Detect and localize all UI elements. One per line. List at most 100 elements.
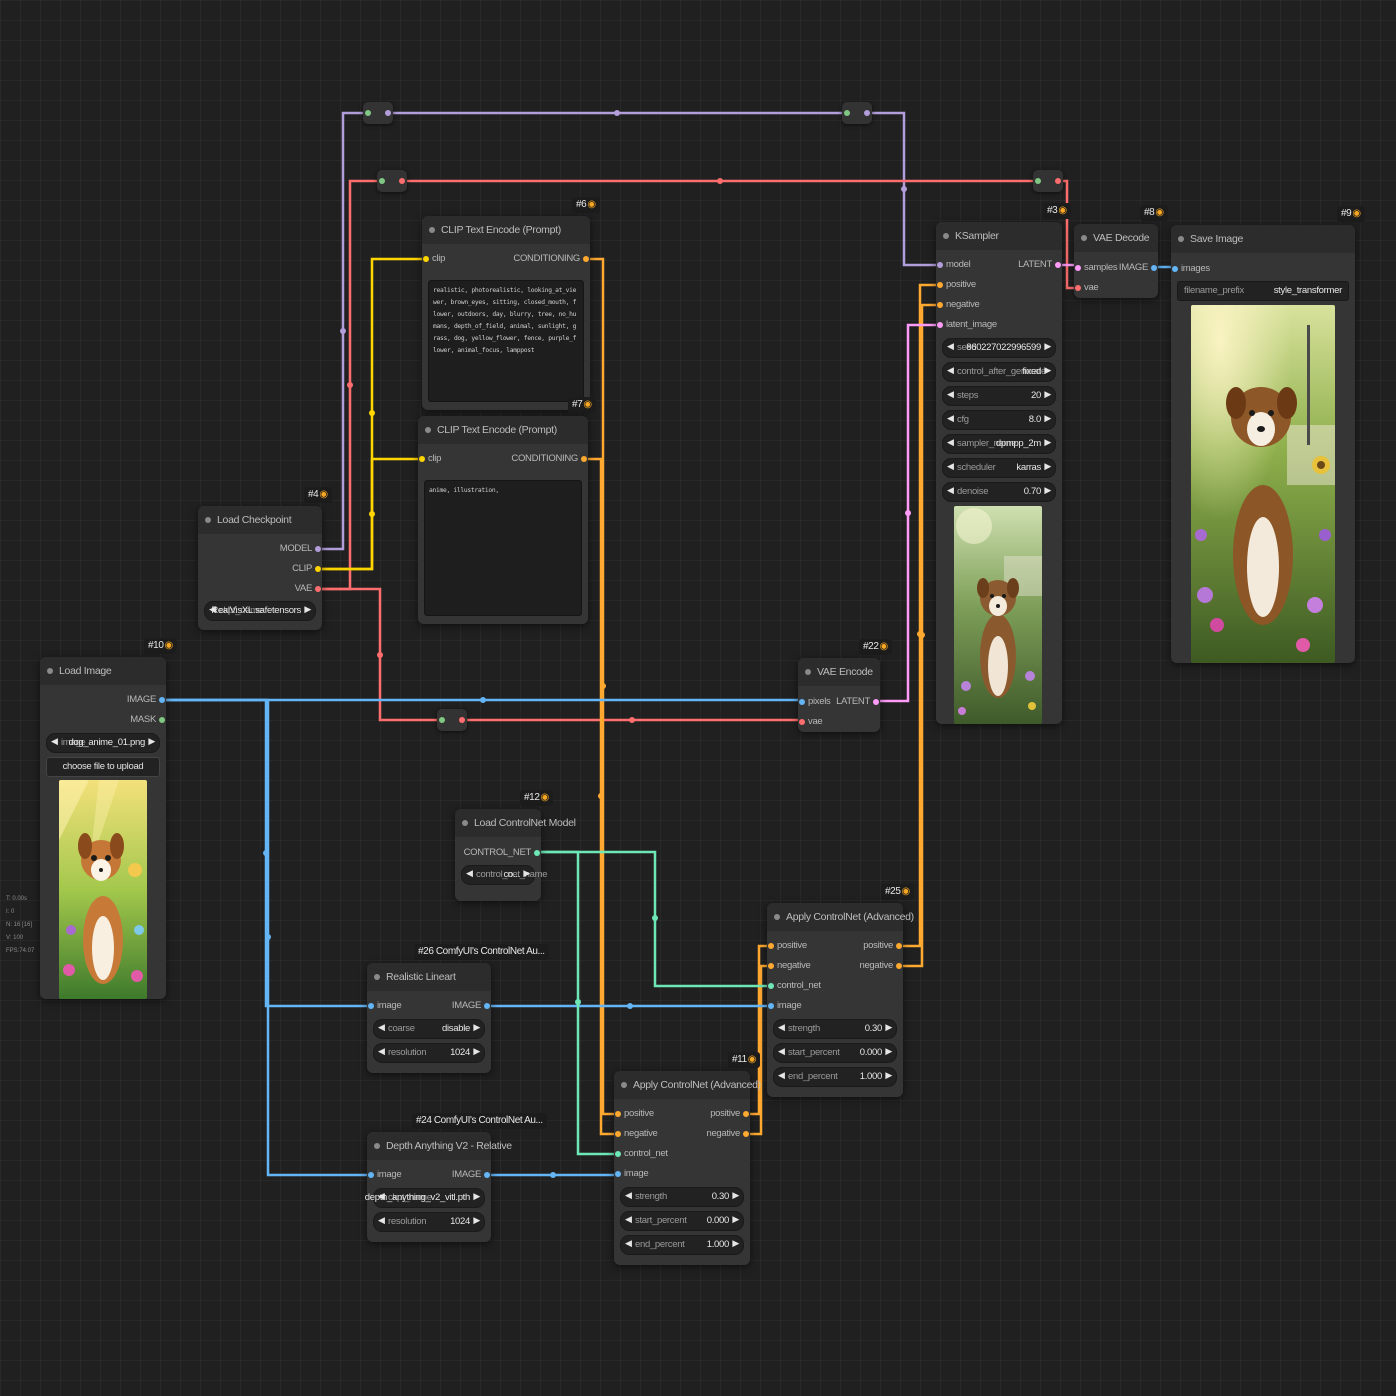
increment-arrow-icon[interactable]: ▶ <box>473 1046 480 1057</box>
apply-controlnet-advanced-node-25[interactable]: Apply ControlNet (Advanced) positive pos… <box>767 903 914 1097</box>
node-title-bar[interactable]: CLIP Text Encode (Prompt) <box>422 216 590 244</box>
reroute-input-dot[interactable] <box>844 110 850 116</box>
input-image[interactable]: image <box>767 999 802 1013</box>
node-title-bar[interactable]: Load Image <box>40 657 166 685</box>
increment-arrow-icon[interactable]: ▶ <box>1044 341 1051 352</box>
slot-dot[interactable] <box>315 546 321 552</box>
output-latent[interactable]: LATENT <box>836 695 880 709</box>
ckpt-name-widget[interactable]: ◀ ckpt_name depth_anything_v2_vitl.pth ▶ <box>365 1188 485 1208</box>
input-negative[interactable]: negative <box>614 1127 658 1141</box>
vae-encode-node[interactable]: VAE Encode pixels LATENT vae <box>798 658 880 732</box>
node-title-bar[interactable]: Load ControlNet Model <box>455 809 576 837</box>
control-after-generate-widget[interactable]: ◀ control_after_generate fixed ▶ <box>942 362 1056 382</box>
input-clip[interactable]: clip <box>422 252 445 266</box>
image-select-widget[interactable]: ◀ image dog_anime_01.png ▶ <box>46 733 160 753</box>
reroute-vae-2[interactable] <box>1033 170 1063 192</box>
output-positive[interactable]: positive <box>710 1107 750 1121</box>
collapse-dot[interactable] <box>1081 235 1087 241</box>
input-image[interactable]: image <box>367 999 402 1013</box>
denoise-widget[interactable]: ◀ denoise 0.70 ▶ <box>942 482 1056 502</box>
increment-arrow-icon[interactable]: ▶ <box>1044 437 1051 448</box>
slot-dot[interactable] <box>368 1003 374 1009</box>
slot-dot[interactable] <box>768 1003 774 1009</box>
slot-dot[interactable] <box>768 963 774 969</box>
output-image[interactable]: IMAGE <box>452 1168 491 1182</box>
input-positive[interactable]: positive <box>767 939 807 953</box>
output-mask[interactable]: MASK <box>130 713 166 727</box>
reroute-model-1[interactable] <box>363 102 393 124</box>
vae-decode-node[interactable]: VAE Decode samples IMAGE vae <box>1074 224 1158 298</box>
reroute-output-dot[interactable] <box>399 178 405 184</box>
slot-dot[interactable] <box>1055 262 1061 268</box>
decrement-arrow-icon[interactable]: ◀ <box>778 1022 785 1033</box>
output-image[interactable]: IMAGE <box>452 999 491 1013</box>
slot-dot[interactable] <box>615 1111 621 1117</box>
input-positive[interactable]: positive <box>614 1107 654 1121</box>
reroute-output-dot[interactable] <box>385 110 391 116</box>
input-control-net[interactable]: control_net <box>767 979 821 993</box>
input-pixels[interactable]: pixels <box>798 695 831 709</box>
slot-dot[interactable] <box>159 717 165 723</box>
node-title-bar[interactable]: Apply ControlNet (Advanced) <box>614 1071 761 1099</box>
realistic-lineart-node[interactable]: Realistic Lineart image IMAGE ◀ coarse dis… <box>367 963 491 1073</box>
slot-dot[interactable] <box>1075 285 1081 291</box>
increment-arrow-icon[interactable]: ▶ <box>523 868 530 879</box>
reroute-output-dot[interactable] <box>459 717 465 723</box>
increment-arrow-icon[interactable]: ▶ <box>304 604 311 615</box>
node-title-bar[interactable]: Apply ControlNet (Advanced) <box>767 903 914 931</box>
node-title-bar[interactable]: Load Checkpoint <box>198 506 322 534</box>
slot-dot[interactable] <box>615 1151 621 1157</box>
output-negative[interactable]: negative <box>859 959 903 973</box>
reroute-output-dot[interactable] <box>1055 178 1061 184</box>
clip-text-encode-positive-node[interactable]: CLIP Text Encode (Prompt) clip CONDITION… <box>422 216 590 410</box>
output-clip[interactable]: CLIP <box>292 562 322 576</box>
decrement-arrow-icon[interactable]: ◀ <box>947 485 954 496</box>
save-image-node[interactable]: Save Image images filename_prefix style_t… <box>1171 225 1355 663</box>
apply-controlnet-advanced-node-11[interactable]: Apply ControlNet (Advanced) positive pos… <box>614 1071 761 1265</box>
input-vae[interactable]: vae <box>1074 281 1099 295</box>
output-image[interactable]: IMAGE <box>127 693 166 707</box>
resolution-widget[interactable]: ◀ resolution 1024 ▶ <box>373 1212 485 1232</box>
increment-arrow-icon[interactable]: ▶ <box>885 1046 892 1057</box>
decrement-arrow-icon[interactable]: ◀ <box>778 1046 785 1057</box>
slot-dot[interactable] <box>423 256 429 262</box>
resolution-widget[interactable]: ◀ resolution 1024 ▶ <box>373 1043 485 1063</box>
slot-dot[interactable] <box>937 282 943 288</box>
collapse-dot[interactable] <box>205 517 211 523</box>
scheduler-widget[interactable]: ◀ scheduler karras ▶ <box>942 458 1056 478</box>
upload-button[interactable]: choose file to upload <box>46 757 160 777</box>
depth-anything-v2-node[interactable]: Depth Anything V2 - Relative image IMAGE… <box>365 1132 512 1242</box>
load-checkpoint-node[interactable]: Load Checkpoint MODEL CLIP VAE ◀ ckpt_nam… <box>198 506 322 630</box>
cfg-widget[interactable]: ◀ cfg 8.0 ▶ <box>942 410 1056 430</box>
slot-dot[interactable] <box>937 262 943 268</box>
increment-arrow-icon[interactable]: ▶ <box>1044 365 1051 376</box>
increment-arrow-icon[interactable]: ▶ <box>1044 389 1051 400</box>
reroute-vae-3[interactable] <box>437 709 467 731</box>
collapse-dot[interactable] <box>805 669 811 675</box>
output-image[interactable]: IMAGE <box>1119 261 1158 275</box>
reroute-output-dot[interactable] <box>864 110 870 116</box>
slot-dot[interactable] <box>873 699 879 705</box>
collapse-dot[interactable] <box>774 914 780 920</box>
slot-dot[interactable] <box>368 1172 374 1178</box>
slot-dot[interactable] <box>937 322 943 328</box>
increment-arrow-icon[interactable]: ▶ <box>473 1022 480 1033</box>
decrement-arrow-icon[interactable]: ◀ <box>466 868 473 879</box>
slot-dot[interactable] <box>484 1003 490 1009</box>
decrement-arrow-icon[interactable]: ◀ <box>51 736 58 747</box>
decrement-arrow-icon[interactable]: ◀ <box>378 1046 385 1057</box>
increment-arrow-icon[interactable]: ▶ <box>1044 413 1051 424</box>
seed-widget[interactable]: ◀ seed 860227022996599 ▶ <box>942 338 1056 358</box>
slot-dot[interactable] <box>896 963 902 969</box>
input-control-net[interactable]: control_net <box>614 1147 668 1161</box>
clip-text-encode-negative-node[interactable]: CLIP Text Encode (Prompt) clip CONDITION… <box>418 416 588 624</box>
slot-dot[interactable] <box>743 1111 749 1117</box>
collapse-dot[interactable] <box>374 1143 380 1149</box>
output-vae[interactable]: VAE <box>295 582 322 596</box>
slot-dot[interactable] <box>1075 265 1081 271</box>
output-conditioning[interactable]: CONDITIONING <box>513 252 590 266</box>
node-title-bar[interactable]: VAE Decode <box>1074 224 1158 252</box>
sampler-name-widget[interactable]: ◀ sampler_name dpmpp_2m ▶ <box>942 434 1056 454</box>
slot-dot[interactable] <box>315 566 321 572</box>
node-title-bar[interactable]: KSampler <box>936 222 1062 250</box>
